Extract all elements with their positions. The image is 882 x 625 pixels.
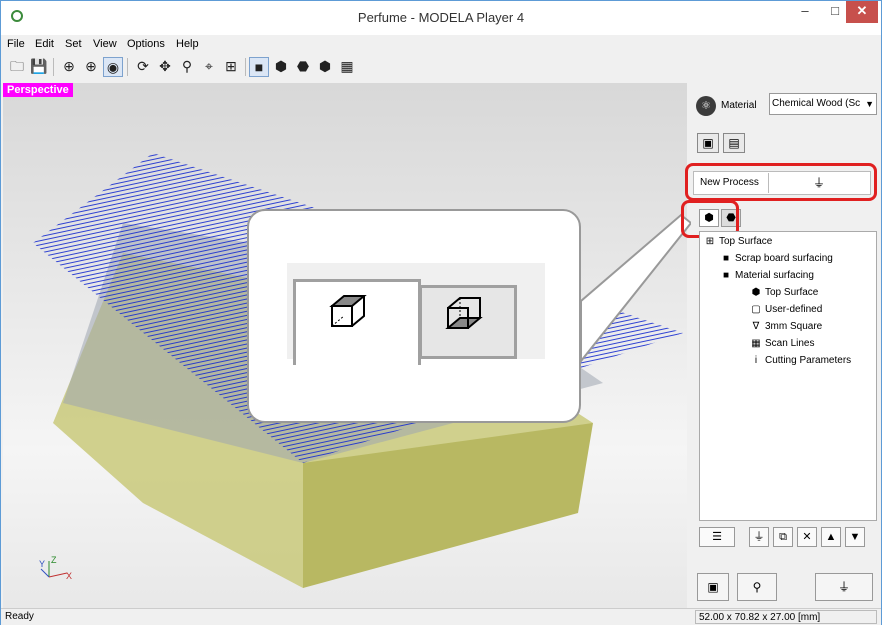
process-icon: ■ [722, 253, 730, 264]
material-select[interactable]: Chemical Wood (Sc ▼ [769, 93, 877, 115]
material-icon[interactable]: ⚛ [696, 96, 716, 116]
tool-icon: ∇ [752, 321, 760, 332]
highlight-new-process [685, 163, 877, 201]
tree-item-scrap-board[interactable]: ■ Scrap board surfacing [720, 253, 833, 264]
perspective-label: Perspective [3, 83, 73, 97]
menu-set[interactable]: Set [65, 38, 82, 50]
move-icon[interactable]: ✥ [155, 57, 175, 77]
render-wire-icon[interactable]: ⬣ [293, 57, 313, 77]
process-panel: ⚛ Material Chemical Wood (Sc ▼ ▣ ▤ New P… [681, 83, 881, 608]
copy-icon[interactable]: ⧉ [773, 527, 793, 547]
area-icon: ▢ [751, 304, 761, 315]
axis-gizmo: Z Y X [39, 555, 73, 587]
toolbar: 🗀 💾 ⊕ ⊕ ◉ ⟳ ✥ ⚲ ⌖ ⊞ ■ ⬢ ⬣ ⬢ ▦ [1, 54, 881, 80]
material-value: Chemical Wood (Sc [772, 98, 861, 109]
tree-item-sub-top-surface[interactable]: ⬢ Top Surface [750, 287, 819, 298]
status-text: Ready [5, 611, 34, 622]
chevron-down-icon: ▼ [865, 99, 874, 109]
process-icon: ⊞ [705, 236, 715, 247]
process-icon: ■ [722, 270, 730, 281]
delete-icon[interactable]: ✕ [797, 527, 817, 547]
model-size-button[interactable]: ▣ [697, 133, 719, 153]
minimize-button[interactable]: – [791, 1, 819, 23]
cube-icon: ⬢ [751, 287, 761, 298]
view-b-icon[interactable]: ⊕ [81, 57, 101, 77]
preview-icon[interactable]: ⚲ [737, 573, 777, 601]
view-c-icon[interactable]: ◉ [103, 57, 123, 77]
toolbar-separator [245, 58, 246, 76]
render-hidden-icon[interactable]: ⬢ [315, 57, 335, 77]
info-icon: i [754, 355, 758, 366]
axis-z-label: Z [51, 555, 57, 565]
process-tree: ⊞ Top Surface ■ Scrap board surfacing ■ Mat… [699, 231, 877, 521]
render-solid-icon[interactable]: ■ [249, 57, 269, 77]
menu-file[interactable]: File [7, 38, 25, 50]
material-label: Material [721, 100, 757, 111]
tree-item-cutting-parameters[interactable]: i Cutting Parameters [750, 355, 851, 366]
callout-tab-top-surface [293, 279, 421, 365]
cut-icon[interactable]: ⏚ [815, 573, 873, 601]
tree-item-tool[interactable]: ∇ 3mm Square [750, 321, 823, 332]
maximize-button[interactable]: □ [821, 1, 849, 23]
axis-icon: Z Y X [39, 555, 72, 581]
zoom-window-icon[interactable]: ⊞ [221, 57, 241, 77]
cube-top-icon [329, 295, 367, 327]
status-bar: Ready 52.00 x 70.82 x 27.00 [mm] [1, 608, 881, 625]
model-dimensions: 52.00 x 70.82 x 27.00 [mm] [695, 610, 877, 624]
toolbar-separator [127, 58, 128, 76]
new-icon[interactable]: 🗀 [7, 57, 27, 77]
zoom-callout [247, 209, 581, 423]
close-button[interactable]: ✕ [846, 1, 878, 23]
origin-button[interactable]: ▤ [723, 133, 745, 153]
view-a-icon[interactable]: ⊕ [59, 57, 79, 77]
app-window: Perfume - MODELA Player 4 – □ ✕ File Edi… [0, 0, 882, 625]
axis-y-label: Y [39, 559, 45, 569]
render-shade-icon[interactable]: ⬢ [271, 57, 291, 77]
callout-tab-bottom-surface [419, 285, 517, 359]
scan-lines-icon: ▦ [751, 338, 761, 349]
move-up-icon[interactable]: ▲ [821, 527, 841, 547]
zoom-icon[interactable]: ⚲ [177, 57, 197, 77]
axis-x-label: X [66, 571, 72, 581]
tree-item-top-surface[interactable]: ⊞ Top Surface [704, 236, 773, 247]
tree-item-user-defined[interactable]: ▢ User-defined [750, 304, 822, 315]
callout-tab-area [287, 263, 545, 365]
window-title: Perfume - MODELA Player 4 [357, 10, 525, 25]
tree-item-material-surfacing[interactable]: ■ Material surfacing [720, 270, 814, 281]
grid-icon[interactable]: ▦ [337, 57, 357, 77]
menu-view[interactable]: View [93, 38, 117, 50]
tree-item-scan-lines[interactable]: ▦ Scan Lines [750, 338, 814, 349]
fit-icon[interactable]: ⌖ [199, 57, 219, 77]
cube-bottom-icon [445, 297, 483, 329]
menu-edit[interactable]: Edit [35, 38, 54, 50]
move-down-icon[interactable]: ▼ [845, 527, 865, 547]
menu-bar: File Edit Set View Options Help [1, 37, 881, 53]
menu-options[interactable]: Options [127, 38, 165, 50]
stop-icon[interactable]: ▣ [697, 573, 729, 601]
rotate-icon[interactable]: ⟳ [133, 57, 153, 77]
toolbar-separator [53, 58, 54, 76]
title-bar: Perfume - MODELA Player 4 – □ ✕ [1, 1, 881, 35]
save-icon[interactable]: 💾 [29, 57, 49, 77]
preview-cutting-button[interactable]: ☰ [699, 527, 735, 547]
menu-help[interactable]: Help [176, 38, 199, 50]
add-process-button[interactable]: ⏚ [749, 527, 769, 547]
